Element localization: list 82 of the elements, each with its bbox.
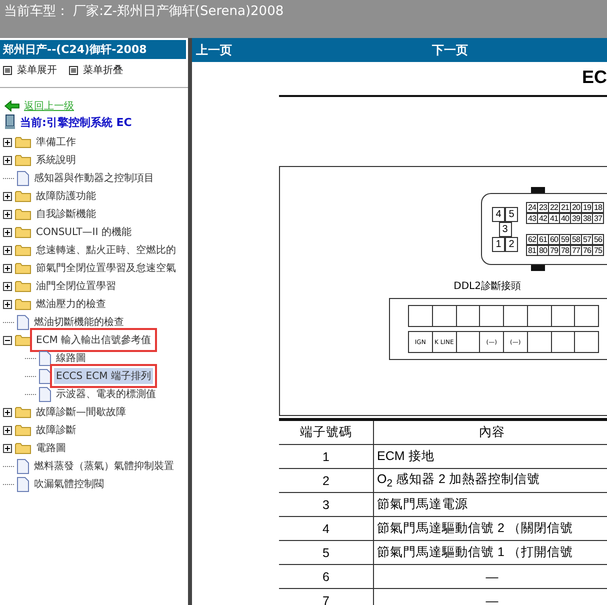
tree-item[interactable]: 燃油切斷機能的檢查 xyxy=(32,314,126,330)
expand-toggle[interactable] xyxy=(3,426,12,434)
column-header: 端子號碼 xyxy=(279,420,374,444)
folder-icon xyxy=(15,298,31,310)
document-icon xyxy=(39,350,51,366)
list-icon xyxy=(69,66,78,74)
folder-icon xyxy=(15,334,31,346)
table-cell: 3 xyxy=(279,492,374,516)
expand-toggle[interactable] xyxy=(3,264,12,272)
document-icon xyxy=(39,368,51,384)
table-cell: 節氣門馬達驅動信號 2 （關閉信號 xyxy=(374,516,607,540)
folder-icon xyxy=(15,136,31,148)
ecm-connector-drawing: 4 5 3 1 2 24 23 22 21 20 19 18 43 42 41 40 39 38 37 62 61 60 59 58 57 56 81 80 79 78 77 76 75 xyxy=(481,187,607,271)
computer-icon xyxy=(4,114,16,130)
tree-item[interactable]: 示波器、電表的標測值 xyxy=(54,386,158,402)
expand-toggle[interactable] xyxy=(3,282,12,290)
tree-item[interactable]: 燃料蒸發（蒸氣）氣體抑制裝置 xyxy=(32,458,176,474)
folder-icon xyxy=(15,280,31,292)
expand-toggle[interactable] xyxy=(3,192,12,200)
table-cell: — xyxy=(374,564,607,588)
connector-caption: DDL2診斷接頭 xyxy=(454,280,521,293)
expand-toggle[interactable] xyxy=(3,228,12,236)
tree-item[interactable]: 系統說明 xyxy=(34,152,78,168)
vehicle-title: 当前车型： 厂家:Z-郑州日产御轩(Serena)2008 xyxy=(4,4,284,19)
menu-link[interactable]: 菜单展开 xyxy=(17,63,57,77)
folder-icon xyxy=(15,424,31,436)
menu-link[interactable]: 菜单折叠 xyxy=(83,63,123,77)
expand-toggle[interactable] xyxy=(3,444,12,452)
back-arrow-icon xyxy=(4,100,20,112)
table-cell: — xyxy=(374,588,607,605)
tree-item[interactable]: 電路圖 xyxy=(34,440,68,456)
tree-item[interactable]: 感知器與作動器之控制項目 xyxy=(32,170,156,186)
next-page-link[interactable]: 下一页 xyxy=(432,42,468,58)
folder-icon xyxy=(15,190,31,202)
tree-item[interactable]: 油門全閉位置學習 xyxy=(34,278,118,294)
tree-item[interactable]: 吹漏氣體控制閥 xyxy=(32,476,106,492)
sidebar-title: 郑州日产--(C24)御轩-2008 xyxy=(0,40,186,59)
table-cell: O$_{2}$ 感知器 2 加熱器控制信號 xyxy=(374,468,607,492)
document-icon xyxy=(17,314,29,330)
tree-item[interactable]: ECCS ECM 端子排列 xyxy=(54,368,153,384)
tree-item[interactable]: 準備工作 xyxy=(34,134,78,150)
folder-icon xyxy=(15,244,31,256)
expand-toggle[interactable] xyxy=(3,210,12,218)
table-cell: 節氣門馬達電源 xyxy=(374,492,607,516)
expand-toggle[interactable] xyxy=(3,408,12,416)
table-cell: 6 xyxy=(279,564,374,588)
tree-item[interactable]: 自我診斷機能 xyxy=(34,206,98,222)
folder-icon xyxy=(15,154,31,166)
table-cell: ECM 接地 xyxy=(374,444,607,468)
tree-item[interactable]: 故障防護功能 xyxy=(34,188,98,204)
document-icon xyxy=(39,386,51,402)
tree-item[interactable]: 故障診斷—間歇故障 xyxy=(34,404,128,420)
folder-icon xyxy=(15,262,31,274)
expand-toggle[interactable] xyxy=(3,246,12,254)
tree-item[interactable]: CONSULT—II 的機能 xyxy=(34,224,134,240)
table-cell: 1 xyxy=(279,444,374,468)
tree-item[interactable]: 節氣門全閉位置學習及怠速空氣 xyxy=(34,260,178,276)
folder-icon xyxy=(15,208,31,220)
document-icon xyxy=(17,458,29,474)
folder-icon xyxy=(15,406,31,418)
table-cell: 5 xyxy=(279,540,374,564)
page-heading: EC xyxy=(582,67,607,87)
tree-item[interactable]: 故障診斷 xyxy=(34,422,78,438)
previous-page-link[interactable]: 上一页 xyxy=(196,42,232,58)
document-icon xyxy=(17,476,29,492)
document-icon xyxy=(17,170,29,186)
expand-toggle[interactable] xyxy=(3,300,12,308)
tree-item[interactable]: 線路圖 xyxy=(54,350,88,366)
tree-item[interactable]: 燃油壓力的檢查 xyxy=(34,296,108,312)
table-cell: 節氣門馬達驅動信號 1 （打開信號 xyxy=(374,540,607,564)
folder-icon xyxy=(15,442,31,454)
list-icon xyxy=(3,66,12,74)
table-cell: 7 xyxy=(279,588,374,605)
expand-toggle[interactable] xyxy=(3,156,12,164)
expand-toggle[interactable] xyxy=(3,138,12,146)
table-cell: 4 xyxy=(279,516,374,540)
folder-icon xyxy=(15,226,31,238)
current-location: 当前:引擎控制系統 EC xyxy=(20,114,132,130)
expand-toggle[interactable] xyxy=(3,336,12,344)
column-header: 內容 xyxy=(374,420,607,444)
table-cell: 2 xyxy=(279,468,374,492)
tree-item[interactable]: 怠速轉速、點火正時、空燃比的 xyxy=(34,242,178,258)
